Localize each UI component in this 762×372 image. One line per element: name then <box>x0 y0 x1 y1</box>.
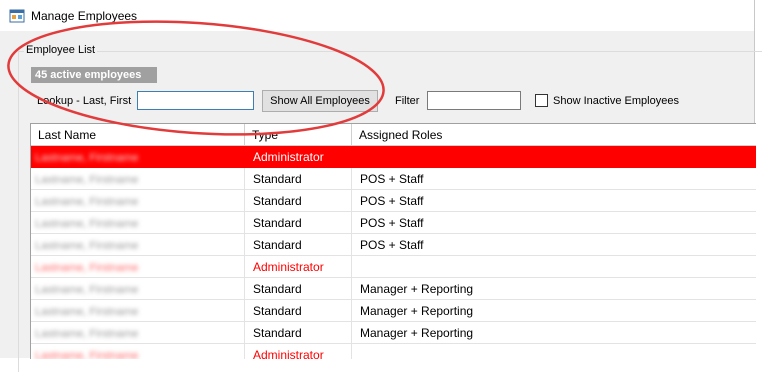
roles-cell[interactable]: POS + Staff <box>352 234 756 256</box>
manage-employees-window: Manage Employees Employee List 45 active… <box>0 0 762 372</box>
name-cell[interactable]: Lastname, Firstname <box>31 256 245 278</box>
filter-label: Filter <box>395 95 420 107</box>
table-row[interactable]: Lastname, Firstname Standard Manager + R… <box>31 322 756 344</box>
type-cell[interactable]: Standard <box>245 322 352 344</box>
app-window-icon <box>9 9 25 23</box>
type-cell[interactable]: Standard <box>245 278 352 300</box>
column-header-last-name[interactable]: Last Name <box>31 124 245 146</box>
active-count-badge: 45 active employees <box>31 67 157 83</box>
name-cell[interactable]: Lastname, Firstname <box>31 212 245 234</box>
name-cell[interactable]: Lastname, Firstname <box>31 168 245 190</box>
name-cell[interactable]: Lastname, Firstname <box>31 190 245 212</box>
filter-input[interactable] <box>427 91 521 110</box>
show-all-employees-button[interactable]: Show All Employees <box>262 90 378 112</box>
type-cell[interactable]: Administrator <box>245 256 352 278</box>
type-cell[interactable]: Standard <box>245 234 352 256</box>
lookup-label: Lookup - Last, First <box>37 95 132 107</box>
roles-cell[interactable]: Manager + Reporting <box>352 322 756 344</box>
table-row[interactable]: Lastname, Firstname Administrator <box>31 344 756 359</box>
type-cell[interactable]: Standard <box>245 300 352 322</box>
type-cell[interactable]: Standard <box>245 190 352 212</box>
table-row[interactable]: Lastname, Firstname Administrator <box>31 256 756 278</box>
redacted-name: Lastname, Firstname <box>35 174 139 186</box>
title-bar: Manage Employees <box>0 0 754 31</box>
table-row[interactable]: Lastname, Firstname Standard POS + Staff <box>31 234 756 256</box>
redacted-name: Lastname, Firstname <box>35 240 139 252</box>
type-cell[interactable]: Standard <box>245 212 352 234</box>
redacted-name: Lastname, Firstname <box>35 218 139 230</box>
table-row[interactable]: Lastname, Firstname Standard POS + Staff <box>31 168 756 190</box>
name-cell[interactable]: Lastname, Firstname <box>31 300 245 322</box>
table-row[interactable]: Lastname, Firstname Standard Manager + R… <box>31 278 756 300</box>
redacted-name: Lastname, Firstname <box>35 350 139 359</box>
show-inactive-checkbox[interactable] <box>535 94 548 107</box>
roles-cell[interactable]: Manager + Reporting <box>352 278 756 300</box>
column-header-type[interactable]: Type <box>245 124 352 146</box>
name-cell[interactable]: Lastname, Firstname <box>31 344 245 359</box>
table-row[interactable]: Lastname, Firstname Standard POS + Staff <box>31 190 756 212</box>
redacted-name: Lastname, Firstname <box>35 306 139 318</box>
type-cell[interactable]: Administrator <box>245 146 352 168</box>
show-inactive-label[interactable]: Show Inactive Employees <box>553 95 679 107</box>
group-label: Employee List <box>24 44 98 56</box>
table-row[interactable]: Lastname, Firstname Standard POS + Staff <box>31 212 756 234</box>
name-cell[interactable]: Lastname, Firstname <box>31 234 245 256</box>
column-header-assigned-roles[interactable]: Assigned Roles <box>352 124 756 146</box>
name-cell[interactable]: Lastname, Firstname <box>31 278 245 300</box>
employee-grid[interactable]: Last Name Type Assigned Roles Lastname, … <box>30 123 756 359</box>
redacted-name: Lastname, Firstname <box>35 284 139 296</box>
redacted-name: Lastname, Firstname <box>35 152 139 164</box>
table-row[interactable]: Lastname, Firstname Administrator <box>31 146 756 168</box>
name-cell[interactable]: Lastname, Firstname <box>31 146 245 168</box>
roles-cell[interactable] <box>352 146 756 168</box>
roles-cell[interactable]: POS + Staff <box>352 212 756 234</box>
redacted-name: Lastname, Firstname <box>35 196 139 208</box>
roles-cell[interactable] <box>352 344 756 359</box>
roles-cell[interactable] <box>352 256 756 278</box>
type-cell[interactable]: Administrator <box>245 344 352 359</box>
name-cell[interactable]: Lastname, Firstname <box>31 322 245 344</box>
type-cell[interactable]: Standard <box>245 168 352 190</box>
redacted-name: Lastname, Firstname <box>35 328 139 340</box>
roles-cell[interactable]: Manager + Reporting <box>352 300 756 322</box>
window-title: Manage Employees <box>31 9 138 23</box>
table-row[interactable]: Lastname, Firstname Standard Manager + R… <box>31 300 756 322</box>
lookup-input[interactable] <box>137 91 254 110</box>
roles-cell[interactable]: POS + Staff <box>352 168 756 190</box>
redacted-name: Lastname, Firstname <box>35 262 139 274</box>
roles-cell[interactable]: POS + Staff <box>352 190 756 212</box>
